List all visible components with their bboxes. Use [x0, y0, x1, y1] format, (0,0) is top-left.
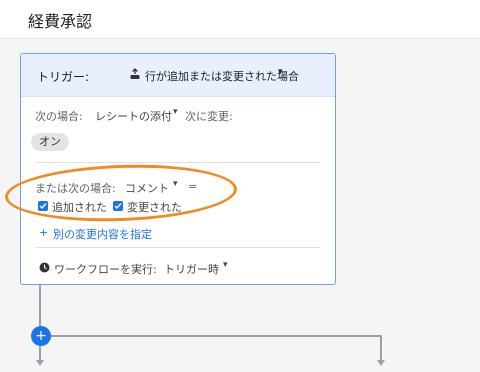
person-add-icon — [130, 68, 140, 79]
down-arrow-icon — [377, 360, 385, 366]
divider — [36, 162, 320, 163]
add-icon[interactable]: + — [39, 226, 48, 239]
connector-line — [39, 346, 41, 360]
column-dropdown[interactable]: レシートの添付 — [95, 108, 172, 124]
page-title: 経費承認 — [28, 12, 93, 31]
connector-line — [39, 285, 41, 327]
chevron-down-icon[interactable]: ▾ — [278, 67, 283, 77]
add-step-button[interactable]: + — [31, 326, 51, 346]
trigger-dropdown[interactable]: 行が追加または変更された場合 — [145, 68, 299, 84]
down-arrow-icon — [36, 360, 44, 366]
trigger-header[interactable]: トリガー: 行が追加または変更された場合 ▾ — [21, 54, 335, 97]
value-chip[interactable]: オン — [31, 133, 69, 151]
connector-line — [49, 335, 381, 337]
trigger-label: トリガー: — [37, 70, 90, 84]
chevron-down-icon[interactable]: ▾ — [223, 260, 228, 270]
change-label: 次に変更: — [185, 110, 233, 123]
app-header: 経費承認 — [0, 0, 480, 39]
divider — [36, 247, 320, 248]
connector-line — [380, 335, 382, 360]
condition-prefix: 次の場合: — [35, 110, 83, 123]
chevron-down-icon[interactable]: ▾ — [173, 107, 178, 117]
clock-icon — [39, 262, 50, 273]
run-label: ワークフローを実行: — [54, 263, 157, 276]
add-condition-link[interactable]: 別の変更内容を指定 — [53, 226, 152, 242]
run-timing-dropdown[interactable]: トリガー時 — [164, 261, 219, 277]
